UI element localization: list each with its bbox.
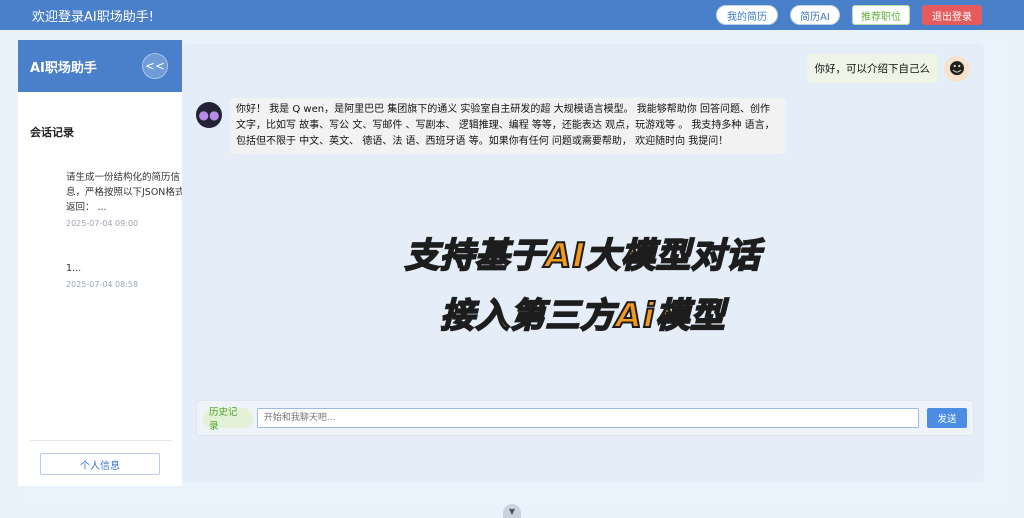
sidebar: AI职场助手 << 会话记录 请生成一份结构化的简历信息，严格按照以下JSON格… (18, 40, 184, 486)
session-time: 2025-07-04 09:00 (66, 219, 139, 228)
session-title: 请生成一份结构化的简历信息，严格按照以下JSON格式返回： ... (66, 172, 185, 213)
sidebar-header: AI职场助手 << (18, 40, 182, 92)
chat-input-bar: 历史记录 发送 (196, 400, 974, 436)
ai-message-bubble: 你好！ 我是 Q wen，是阿里巴巴 集团旗下的通义 实验室自主研发的超 大规模… (230, 98, 786, 154)
logout-button[interactable]: 退出登录 (922, 5, 982, 25)
user-message: 你好，可以介绍下自己么 ☻ (806, 54, 970, 83)
top-bar: 欢迎登录AI职场助手! 我的简历 简历AI 推荐职位 退出登录 (0, 0, 1024, 30)
promo-text-line-2: 接入第三方Ai模型 (440, 295, 726, 337)
session-item[interactable]: 请生成一份结构化的简历信息，严格按照以下JSON格式返回： ... 2025-0… (66, 170, 186, 228)
chevron-down-icon[interactable]: ▼ (503, 504, 521, 518)
welcome-text: 欢迎登录AI职场助手! (32, 9, 154, 25)
app-title: AI职场助手 (30, 60, 97, 76)
chat-input[interactable] (256, 408, 920, 428)
session-title: 1... (66, 263, 82, 274)
session-time: 2025-07-04 08:58 (66, 280, 139, 289)
girl-avatar-icon: ☻ (944, 55, 970, 82)
collapse-sidebar-button[interactable]: << (142, 53, 168, 79)
history-button[interactable]: 历史记录 (203, 407, 253, 432)
session-history-title: 会话记录 (30, 126, 74, 139)
user-message-bubble: 你好，可以介绍下自己么 (806, 54, 938, 83)
ai-message: ●● 你好！ 我是 Q wen，是阿里巴巴 集团旗下的通义 实验室自主研发的超 … (196, 98, 786, 154)
chat-panel: 你好，可以介绍下自己么 ☻ ●● 你好！ 我是 Q wen，是阿里巴巴 集团旗下… (182, 44, 984, 482)
my-resume-button[interactable]: 我的简历 (716, 5, 778, 25)
session-item[interactable]: 1... 2025-07-04 08:58 (66, 261, 186, 289)
profile-button[interactable]: 个人信息 (40, 453, 160, 475)
promo-text-line-1: 支持基于AI大模型对话 (404, 235, 761, 277)
sidebar-divider (30, 440, 172, 441)
recommend-jobs-button[interactable]: 推荐职位 (852, 5, 910, 25)
robot-avatar-icon: ●● (196, 102, 222, 128)
send-button[interactable]: 发送 (927, 408, 967, 428)
resume-ai-button[interactable]: 简历AI (790, 5, 840, 25)
